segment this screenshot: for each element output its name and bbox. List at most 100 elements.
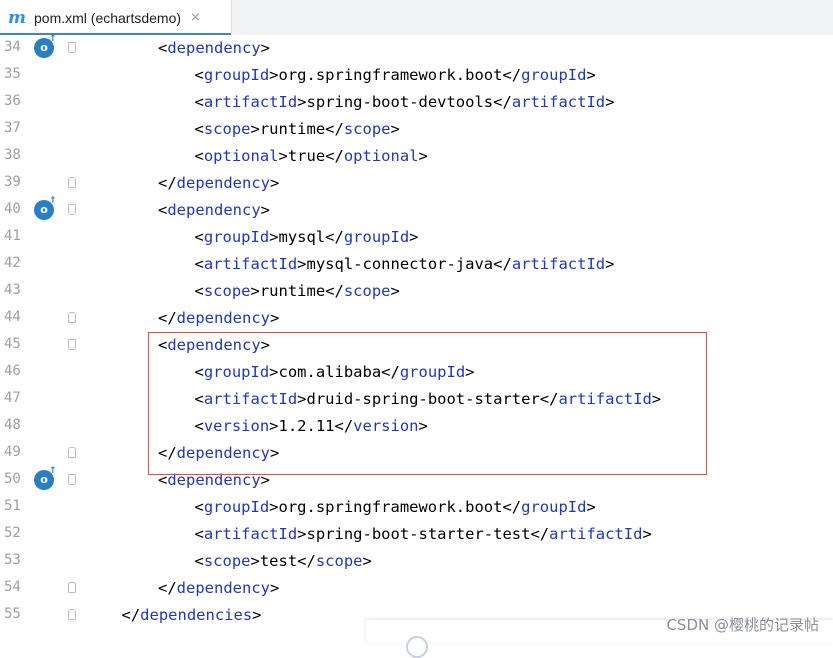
fold-collapse-icon[interactable] xyxy=(68,177,76,188)
gutter-row: 40 o ↑ xyxy=(0,196,88,224)
xml-text: >1.2.11</ xyxy=(269,417,354,435)
xml-text: > xyxy=(270,579,280,597)
fold-collapse-icon[interactable] xyxy=(68,582,76,593)
xml-tag-name: artifactId xyxy=(203,93,298,111)
close-icon[interactable]: × xyxy=(190,10,201,25)
xml-tag-name: scope xyxy=(343,282,391,300)
code-line[interactable]: <scope>runtime</scope> xyxy=(195,116,400,143)
gutter-row: 39 xyxy=(0,170,88,197)
xml-text: > xyxy=(409,228,419,246)
line-number: 38 xyxy=(4,147,21,163)
gutter-row: 46 xyxy=(0,359,88,386)
xml-tag-name: groupId xyxy=(203,66,270,84)
xml-tag-name: optional xyxy=(203,147,279,165)
xml-text: > xyxy=(270,174,280,192)
code-line[interactable]: <dependency> xyxy=(158,197,270,224)
gutter-row: 44 xyxy=(0,305,88,332)
line-number: 36 xyxy=(4,93,21,109)
gutter-row: 37 xyxy=(0,116,88,143)
xml-tag-name: version xyxy=(353,417,419,435)
code-line[interactable]: <groupId>org.springframework.boot</group… xyxy=(195,494,596,521)
xml-text: > xyxy=(390,120,400,138)
code-line[interactable]: <scope>runtime</scope> xyxy=(195,278,400,305)
xml-text: < xyxy=(194,552,204,570)
xml-text: < xyxy=(194,255,204,273)
xml-text: >mysql</ xyxy=(269,228,344,246)
xml-text: > xyxy=(260,39,271,57)
xml-tag-name: scope xyxy=(315,552,363,570)
code-line[interactable]: <groupId>mysql</groupId> xyxy=(195,224,419,251)
fold-collapse-icon[interactable] xyxy=(68,447,76,458)
code-line[interactable]: </dependency> xyxy=(158,170,279,197)
xml-tag-name: dependency xyxy=(176,579,270,597)
code-line[interactable]: <dependency> xyxy=(158,467,270,494)
xml-text: > xyxy=(270,444,280,462)
gutter-row: 38 xyxy=(0,143,88,170)
xml-text: > xyxy=(260,471,271,489)
fold-expand-icon[interactable] xyxy=(68,339,76,350)
code-line[interactable]: <groupId>org.springframework.boot</group… xyxy=(195,62,596,89)
code-line[interactable]: <optional>true</optional> xyxy=(195,143,428,170)
line-number: 42 xyxy=(4,255,21,271)
xml-text: < xyxy=(194,93,204,111)
xml-text: >org.springframework.boot</ xyxy=(269,66,522,84)
code-line[interactable]: <version>1.2.11</version> xyxy=(195,413,428,440)
xml-tag-name: groupId xyxy=(203,228,270,246)
fold-expand-icon[interactable] xyxy=(68,204,76,215)
code-line[interactable]: <artifactId>spring-boot-starter-test</ar… xyxy=(195,521,652,548)
line-number: 47 xyxy=(4,390,21,406)
code-line[interactable]: <dependency> xyxy=(158,35,270,62)
gutter-row: 50 o ↑ xyxy=(0,466,88,494)
xml-tag-name: scope xyxy=(203,120,251,138)
xml-text: >spring-boot-devtools</ xyxy=(297,93,512,111)
gutter-row: 45 xyxy=(0,332,88,359)
xml-text: </ xyxy=(158,579,177,597)
code-line[interactable]: </dependency> xyxy=(158,305,279,332)
code-line[interactable]: <scope>test</scope> xyxy=(195,548,372,575)
fold-collapse-icon[interactable] xyxy=(68,312,76,323)
line-number: 49 xyxy=(4,444,21,460)
gutter-row: 53 xyxy=(0,548,88,575)
maven-m-icon: m xyxy=(8,7,26,28)
xml-tag-name: optional xyxy=(343,147,419,165)
xml-tag-name: artifactId xyxy=(203,255,298,273)
xml-tag-name: dependency xyxy=(167,39,261,57)
xml-text: > xyxy=(586,498,596,516)
line-number: 45 xyxy=(4,336,21,352)
tab-pom-xml[interactable]: m pom.xml (echartsdemo) × xyxy=(0,0,232,36)
xml-text: >test</ xyxy=(250,552,316,570)
code-line[interactable]: </dependency> xyxy=(158,440,279,467)
code-line[interactable]: </dependencies> xyxy=(122,602,262,629)
up-arrow-icon: ↑ xyxy=(49,466,57,476)
xml-tag-name: groupId xyxy=(343,228,410,246)
xml-text: < xyxy=(194,147,204,165)
code-line[interactable]: <artifactId>spring-boot-devtools</artifa… xyxy=(195,89,615,116)
fold-collapse-icon[interactable] xyxy=(68,609,76,620)
xml-tag-name: groupId xyxy=(399,363,466,381)
xml-tag-name: dependency xyxy=(167,471,261,489)
code-line[interactable]: <groupId>com.alibaba</groupId> xyxy=(195,359,475,386)
xml-text: > xyxy=(465,363,475,381)
code-editor[interactable]: <dependency> <groupId>org.springframework… xyxy=(88,35,833,643)
gutter-row: 43 xyxy=(0,278,88,305)
gutter-row: 42 xyxy=(0,251,88,278)
gutter-row: 35 xyxy=(0,62,88,89)
xml-text: > xyxy=(418,417,428,435)
line-number: 54 xyxy=(4,579,21,595)
gutter-row: 47 xyxy=(0,386,88,413)
fold-expand-icon[interactable] xyxy=(68,474,76,485)
code-line[interactable]: </dependency> xyxy=(158,575,279,602)
code-line[interactable]: <artifactId>druid-spring-boot-starter</a… xyxy=(195,386,662,413)
xml-text: >mysql-connector-java</ xyxy=(297,255,512,273)
editor-tab-bar: m pom.xml (echartsdemo) × xyxy=(0,0,833,36)
code-line[interactable]: <artifactId>mysql-connector-java</artifa… xyxy=(195,251,615,278)
xml-tag-name: scope xyxy=(203,552,251,570)
xml-text: >com.alibaba</ xyxy=(269,363,400,381)
line-number: 37 xyxy=(4,120,21,136)
line-number: 35 xyxy=(4,66,21,82)
xml-tag-name: groupId xyxy=(521,498,587,516)
code-line[interactable]: <dependency> xyxy=(158,332,270,359)
xml-text: > xyxy=(260,336,271,354)
fold-expand-icon[interactable] xyxy=(68,42,76,53)
xml-text: > xyxy=(270,309,280,327)
